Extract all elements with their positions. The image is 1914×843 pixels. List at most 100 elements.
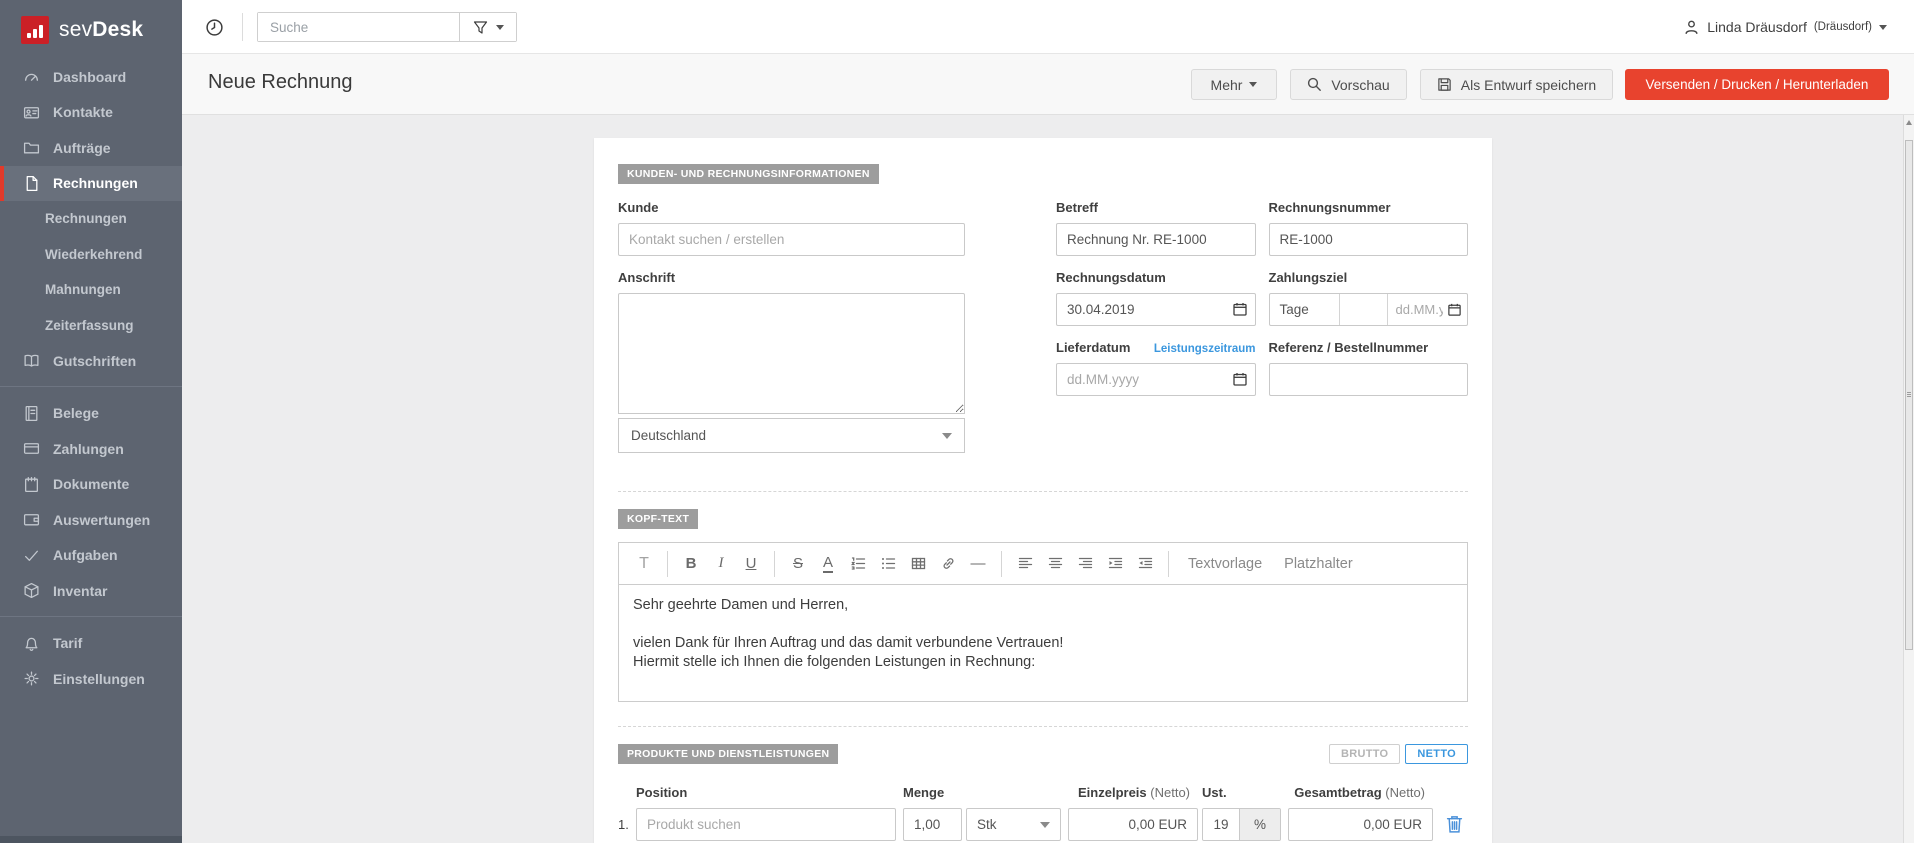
platzhalter-button[interactable]: Platzhalter bbox=[1284, 556, 1353, 572]
rechnungsnummer-input[interactable] bbox=[1269, 223, 1469, 256]
section-divider bbox=[618, 491, 1468, 492]
chevron-down-icon bbox=[1249, 82, 1257, 87]
align-right-icon[interactable] bbox=[1072, 550, 1098, 578]
ordered-list-icon[interactable] bbox=[845, 550, 871, 578]
sidebar-nav: Dashboard Kontakte Aufträge Rechnungen R… bbox=[0, 46, 182, 697]
sidebar-item-auswertungen[interactable]: Auswertungen bbox=[0, 502, 182, 538]
ust-input[interactable] bbox=[1203, 809, 1239, 840]
outdent-icon[interactable] bbox=[1132, 550, 1158, 578]
preview-button[interactable]: Vorschau bbox=[1290, 69, 1407, 100]
underline-button[interactable]: U bbox=[738, 550, 764, 578]
indent-icon[interactable] bbox=[1102, 550, 1128, 578]
table-icon[interactable] bbox=[905, 550, 931, 578]
sidebar-item-dokumente[interactable]: Dokumente bbox=[0, 467, 182, 503]
toolbar-divider bbox=[667, 551, 668, 577]
percent-toggle[interactable]: % bbox=[1239, 809, 1280, 840]
strikethrough-button[interactable]: S bbox=[785, 550, 811, 578]
italic-button[interactable]: I bbox=[708, 550, 734, 578]
calendar-icon[interactable] bbox=[1232, 371, 1248, 392]
page-header: Neue Rechnung Mehr Vorschau Als Entwurf … bbox=[182, 54, 1914, 115]
land-select[interactable]: Deutschland bbox=[618, 418, 965, 453]
toolbar-divider bbox=[1001, 551, 1002, 577]
sidebar-item-inventar[interactable]: Inventar bbox=[0, 573, 182, 609]
contact-card-icon bbox=[23, 104, 40, 121]
topbar: Linda Dräusdorf (Dräusdorf) bbox=[182, 0, 1914, 54]
column-position: Position bbox=[636, 785, 896, 800]
search-icon bbox=[1307, 77, 1322, 92]
user-menu[interactable]: Linda Dräusdorf (Dräusdorf) bbox=[1683, 0, 1887, 54]
textvorlage-button[interactable]: Textvorlage bbox=[1188, 556, 1262, 572]
sidebar-item-rechnungen[interactable]: Rechnungen bbox=[0, 166, 182, 202]
sidebar-item-auftraege[interactable]: Aufträge bbox=[0, 130, 182, 166]
sidebar-item-kontakte[interactable]: Kontakte bbox=[0, 95, 182, 131]
scrollbar-thumb[interactable] bbox=[1905, 140, 1913, 650]
font-color-button[interactable]: A bbox=[815, 550, 841, 578]
zahlungsziel-tage-input[interactable] bbox=[1340, 294, 1388, 325]
clock-icon[interactable] bbox=[205, 18, 224, 37]
align-center-icon[interactable] bbox=[1042, 550, 1068, 578]
search-filter-button[interactable] bbox=[459, 13, 516, 41]
menge-input[interactable] bbox=[903, 808, 962, 841]
cube-icon bbox=[23, 582, 40, 599]
align-left-icon[interactable] bbox=[1012, 550, 1038, 578]
trash-icon bbox=[1446, 815, 1463, 834]
document-icon bbox=[23, 175, 40, 192]
global-search bbox=[257, 12, 517, 42]
leistungszeitraum-link[interactable]: Leistungszeitraum bbox=[1154, 343, 1256, 355]
bold-button[interactable]: B bbox=[678, 550, 704, 578]
sidebar-item-einstellungen[interactable]: Einstellungen bbox=[0, 661, 182, 697]
lieferdatum-input[interactable] bbox=[1056, 363, 1256, 396]
link-icon[interactable] bbox=[935, 550, 961, 578]
sidebar-item-tarif[interactable]: Tarif bbox=[0, 626, 182, 662]
app-logo[interactable]: sevDesk bbox=[0, 0, 182, 46]
brutto-toggle-button[interactable]: BRUTTO bbox=[1329, 744, 1400, 764]
sidebar-item-dashboard[interactable]: Dashboard bbox=[0, 59, 182, 95]
betreff-input[interactable] bbox=[1056, 223, 1256, 256]
header-actions: Mehr Vorschau Als Entwurf speichern Vers… bbox=[1191, 69, 1889, 100]
gesamtbetrag-input[interactable] bbox=[1288, 808, 1433, 841]
folder-icon bbox=[23, 139, 40, 156]
chevron-down-icon bbox=[942, 433, 952, 439]
send-print-download-button[interactable]: Versenden / Drucken / Herunterladen bbox=[1625, 69, 1889, 100]
kopf-text-editor[interactable]: Sehr geehrte Damen und Herren, vielen Da… bbox=[618, 585, 1468, 702]
sidebar-subitem-zeiterfassung[interactable]: Zeiterfassung bbox=[0, 308, 182, 344]
wallet-icon bbox=[23, 511, 40, 528]
calendar-icon[interactable] bbox=[1447, 302, 1462, 322]
vertical-scrollbar[interactable] bbox=[1903, 115, 1914, 843]
netto-toggle-button[interactable]: NETTO bbox=[1405, 744, 1468, 764]
anschrift-textarea[interactable] bbox=[618, 293, 965, 414]
sidebar-item-zahlungen[interactable]: Zahlungen bbox=[0, 431, 182, 467]
row-index: 1. bbox=[618, 817, 636, 832]
column-menge: Menge bbox=[903, 785, 962, 800]
scrollbar-grip bbox=[1907, 391, 1911, 398]
sidebar-subitem-rechnungen[interactable]: Rechnungen bbox=[0, 201, 182, 237]
format-text-button[interactable]: T bbox=[631, 550, 657, 578]
section-title-customer-invoice-info: KUNDEN- UND RECHNUNGSINFORMATIONEN bbox=[618, 164, 879, 184]
sidebar-item-gutschriften[interactable]: Gutschriften bbox=[0, 343, 182, 379]
sidebar-item-belege[interactable]: Belege bbox=[0, 396, 182, 432]
sidebar-subitem-mahnungen[interactable]: Mahnungen bbox=[0, 272, 182, 308]
section-title-produkte: PRODUKTE UND DIENSTLEISTUNGEN bbox=[618, 744, 838, 764]
bullet-list-icon[interactable] bbox=[875, 550, 901, 578]
einzelpreis-input[interactable] bbox=[1068, 808, 1198, 841]
scroll-up-arrow-icon[interactable] bbox=[1906, 120, 1912, 125]
sidebar-subitem-wiederkehrend[interactable]: Wiederkehrend bbox=[0, 237, 182, 273]
kunde-input[interactable] bbox=[618, 223, 965, 256]
horizontal-rule-button[interactable]: — bbox=[965, 550, 991, 578]
column-gesamtbetrag: Gesamtbetrag (Netto) bbox=[1288, 785, 1433, 800]
more-button[interactable]: Mehr bbox=[1191, 69, 1277, 100]
search-input[interactable] bbox=[258, 13, 459, 41]
save-draft-button[interactable]: Als Entwurf speichern bbox=[1420, 69, 1613, 100]
sidebar-item-aufgaben[interactable]: Aufgaben bbox=[0, 538, 182, 574]
user-name: Linda Dräusdorf bbox=[1707, 19, 1807, 35]
product-search-input[interactable] bbox=[636, 808, 896, 841]
section-divider bbox=[618, 726, 1468, 727]
betreff-label: Betreff bbox=[1056, 200, 1256, 215]
referenz-input[interactable] bbox=[1269, 363, 1469, 396]
chevron-down-icon bbox=[496, 25, 504, 30]
rechnungsdatum-input[interactable] bbox=[1056, 293, 1256, 326]
calendar-icon[interactable] bbox=[1232, 301, 1248, 322]
delete-row-button[interactable] bbox=[1446, 815, 1468, 834]
sidebar-divider bbox=[0, 616, 182, 617]
unit-select[interactable]: Stk bbox=[966, 808, 1061, 841]
